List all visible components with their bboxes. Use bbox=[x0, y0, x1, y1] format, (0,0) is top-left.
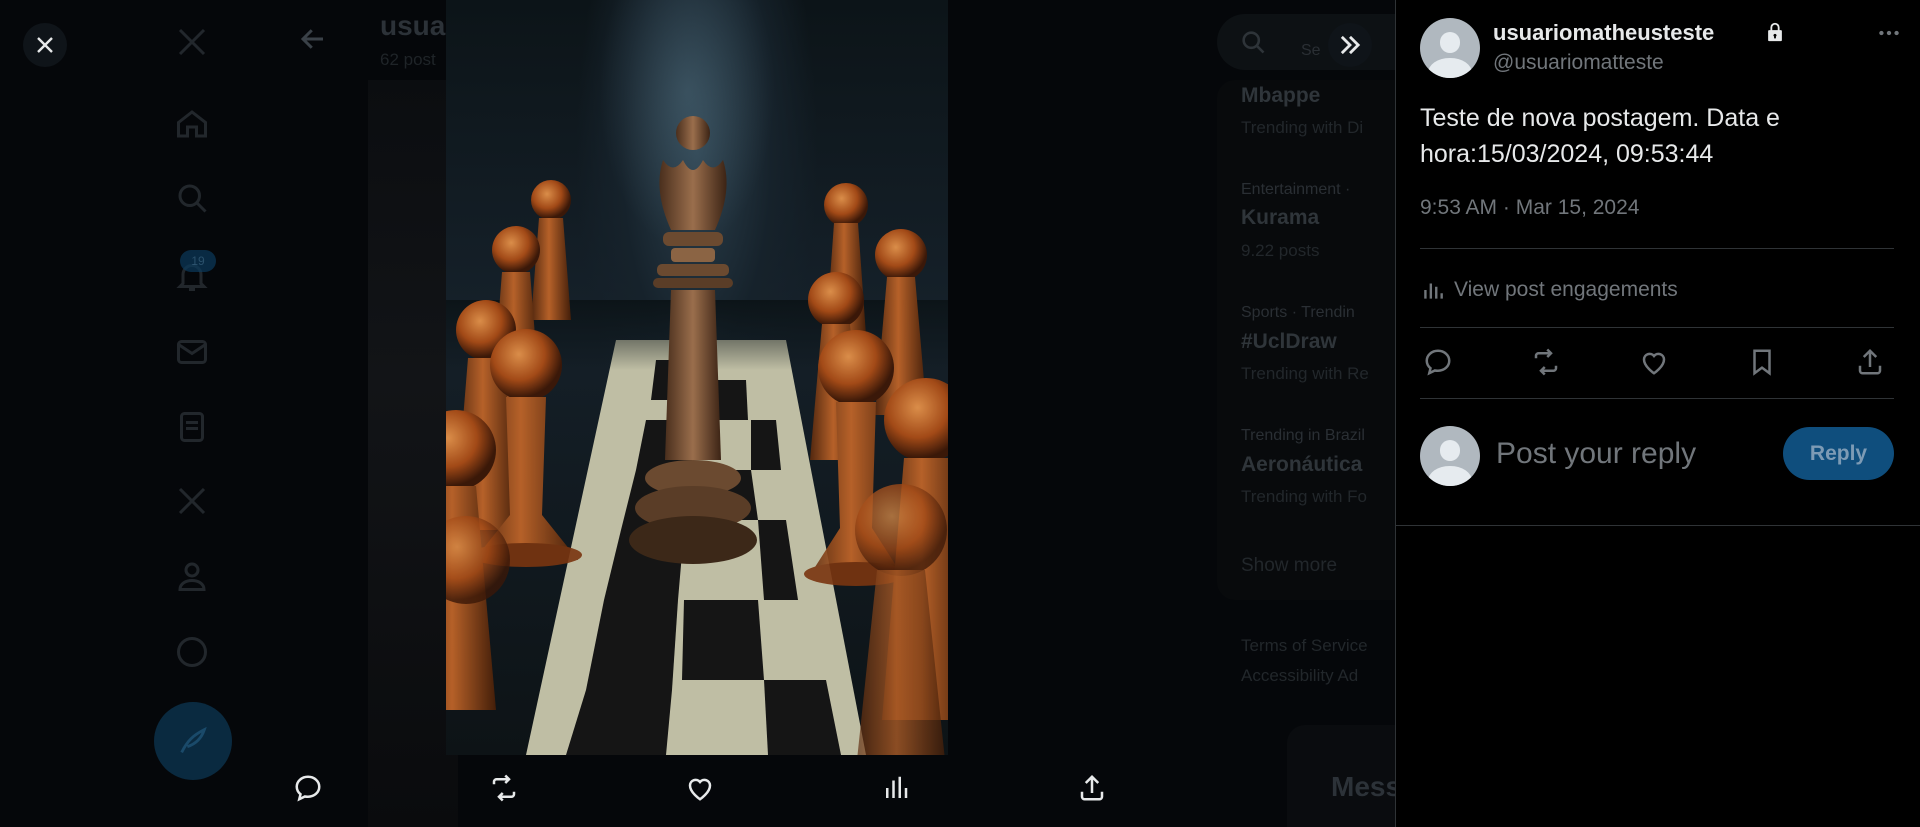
media-like-button[interactable] bbox=[682, 770, 718, 806]
post-text: Teste de nova postagem. Data e hora:15/0… bbox=[1420, 104, 1780, 168]
media-reply-button[interactable] bbox=[290, 770, 326, 806]
trend-name: Aeronáutica bbox=[1241, 453, 1363, 476]
divider bbox=[1396, 525, 1920, 526]
messages-icon bbox=[170, 330, 214, 374]
reply-submit-button[interactable]: Reply bbox=[1783, 427, 1894, 480]
profile-subtitle: 62 post bbox=[380, 50, 436, 69]
views-icon bbox=[886, 776, 908, 798]
messages-drawer-title: Messa bbox=[1331, 771, 1395, 802]
media-share-button[interactable] bbox=[1074, 770, 1110, 806]
like-button[interactable] bbox=[1636, 344, 1672, 380]
share-icon bbox=[1858, 348, 1882, 375]
reply-button[interactable] bbox=[1420, 344, 1456, 380]
like-icon bbox=[688, 778, 712, 801]
trend-meta: Trending with Re bbox=[1241, 364, 1369, 383]
explore-icon bbox=[170, 176, 214, 220]
media-image bbox=[446, 0, 948, 755]
reply-input[interactable] bbox=[1496, 432, 1766, 476]
bookmark-icon bbox=[1753, 349, 1771, 376]
feather-icon bbox=[180, 726, 207, 753]
repost-icon bbox=[492, 774, 516, 802]
view-engagements-label: View post engagements bbox=[1454, 278, 1678, 301]
more-horizontal-icon bbox=[1879, 30, 1899, 36]
reply-icon bbox=[1425, 349, 1451, 376]
lock-icon bbox=[1764, 20, 1786, 44]
footer-links: Terms of Service bbox=[1241, 636, 1368, 655]
search-icon bbox=[1242, 31, 1265, 54]
reply-icon bbox=[295, 775, 321, 802]
author-handle[interactable]: @usuariomatteste bbox=[1493, 51, 1664, 75]
trend-name: Mbappe bbox=[1241, 84, 1321, 107]
analytics-icon bbox=[1424, 283, 1443, 299]
profile-title: usua bbox=[380, 10, 446, 41]
premium-icon bbox=[170, 479, 214, 523]
user-avatar[interactable] bbox=[1420, 426, 1480, 486]
lists-icon bbox=[170, 405, 214, 449]
media-repost-button[interactable] bbox=[486, 770, 522, 806]
view-engagements-link[interactable]: View post engagements bbox=[1420, 272, 1678, 308]
chess-illustration bbox=[446, 116, 948, 755]
bookmark-button[interactable] bbox=[1744, 344, 1780, 380]
like-icon bbox=[1642, 352, 1666, 375]
trend-meta: Trending with Fo bbox=[1241, 487, 1367, 506]
close-button[interactable] bbox=[23, 23, 67, 67]
trend-category: Sports · Trendin bbox=[1241, 304, 1355, 321]
footer-links: Accessibility Ad bbox=[1241, 666, 1359, 685]
post-timestamp[interactable]: 9:53 AM · Mar 15, 2024 bbox=[1420, 196, 1639, 220]
search-placeholder: Se bbox=[1301, 42, 1321, 59]
repost-button[interactable] bbox=[1528, 344, 1564, 380]
show-more-link: Show more bbox=[1241, 555, 1338, 576]
blurred-media-left bbox=[368, 80, 458, 827]
trend-category: Trending in Brazil bbox=[1241, 427, 1365, 444]
trend-category: Entertainment · bbox=[1241, 181, 1351, 198]
trend-name: Kurama bbox=[1241, 206, 1320, 229]
post-action-bar bbox=[1420, 344, 1894, 384]
divider bbox=[1420, 327, 1894, 328]
author-avatar[interactable] bbox=[1420, 18, 1480, 78]
background-sidebar: Se Mbappe Trending with Di Entertainment… bbox=[1217, 0, 1395, 827]
collapse-panel-button[interactable] bbox=[1328, 23, 1372, 67]
profile-icon bbox=[170, 554, 214, 598]
trend-meta: 9.22 posts bbox=[1241, 241, 1320, 260]
media-action-bar bbox=[290, 770, 1110, 810]
messages-drawer: Messa bbox=[1287, 725, 1395, 827]
trend-name: #UclDraw bbox=[1241, 330, 1337, 353]
divider bbox=[1420, 398, 1894, 399]
author-display-name[interactable]: usuariomatheusteste bbox=[1493, 20, 1714, 46]
trend-meta: Trending with Di bbox=[1241, 118, 1364, 137]
share-icon bbox=[1080, 774, 1104, 801]
x-logo-icon bbox=[170, 20, 214, 64]
post-side-panel: usuariomatheusteste @usuariomatteste Tes… bbox=[1395, 0, 1920, 827]
double-chevron-right-icon bbox=[1340, 35, 1361, 55]
more-icon bbox=[170, 630, 214, 674]
share-button[interactable] bbox=[1852, 344, 1888, 380]
notification-badge: 19 bbox=[180, 250, 216, 272]
home-icon bbox=[170, 102, 214, 146]
more-options-button[interactable] bbox=[1870, 14, 1908, 52]
back-arrow-icon bbox=[298, 24, 328, 54]
close-icon bbox=[37, 37, 53, 53]
media-views-button[interactable] bbox=[878, 770, 914, 806]
divider bbox=[1420, 248, 1894, 249]
trends-panel: Mbappe Trending with Di Entertainment · … bbox=[1217, 80, 1395, 600]
compose-button bbox=[154, 702, 232, 780]
repost-icon bbox=[1534, 348, 1558, 376]
